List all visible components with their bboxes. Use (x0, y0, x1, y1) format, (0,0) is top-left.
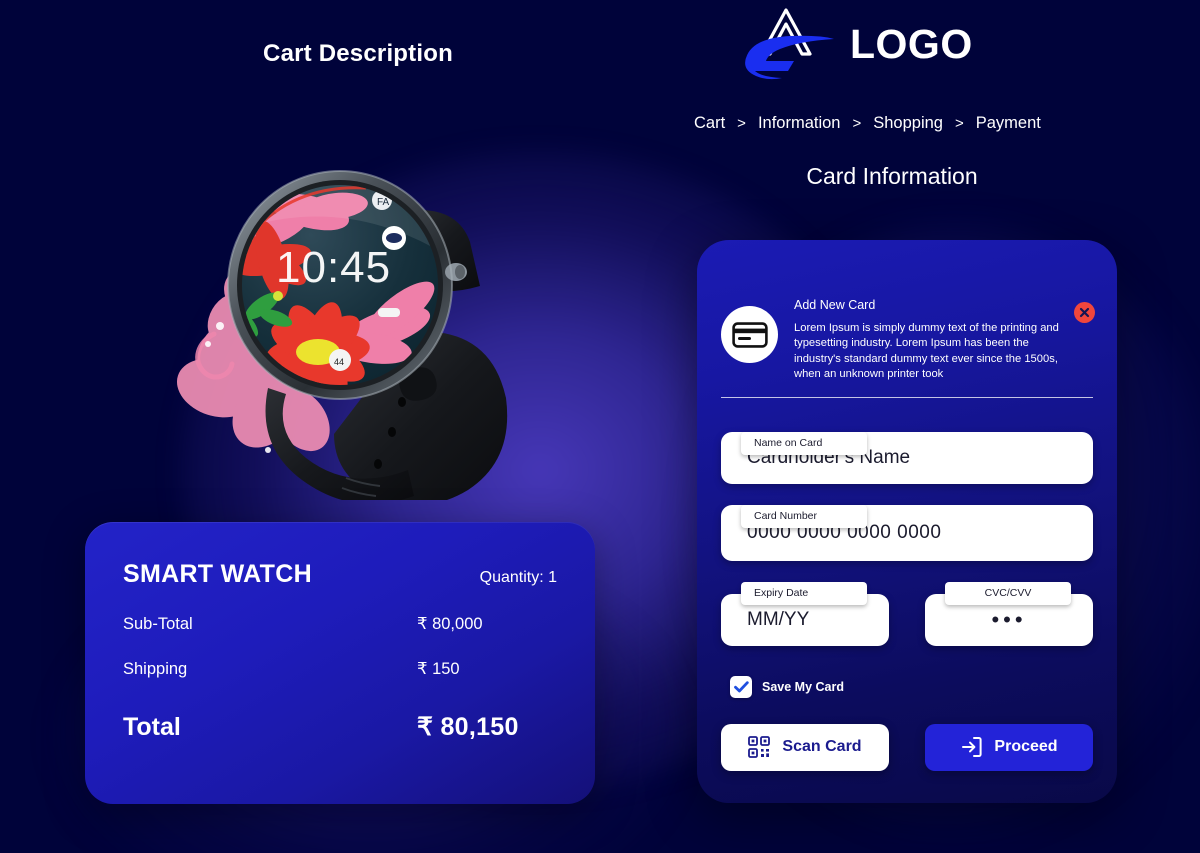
add-new-card-title: Add New Card (794, 298, 876, 312)
breadcrumb-item-payment[interactable]: Payment (976, 114, 1041, 133)
summary-row-shipping: Shipping ₹ 150 (123, 659, 557, 679)
proceed-label: Proceed (994, 738, 1058, 756)
svg-text:FA: FA (377, 197, 390, 208)
breadcrumb-item-cart[interactable]: Cart (694, 114, 725, 133)
summary-row-total: Total ₹ 80,150 (123, 712, 557, 742)
save-my-card-checkbox[interactable] (730, 675, 752, 698)
close-icon[interactable] (1074, 302, 1095, 323)
cart-summary-card: SMART WATCH Quantity: 1 Sub-Total ₹ 80,0… (85, 522, 595, 804)
credit-card-icon (721, 306, 778, 363)
qr-code-icon (748, 736, 771, 759)
breadcrumb-separator: > (737, 115, 746, 132)
breadcrumb-separator: > (954, 115, 964, 132)
cvc-value: ••• (991, 606, 1027, 632)
proceed-button[interactable]: Proceed (925, 723, 1093, 771)
summary-row-subtotal: Sub-Total ₹ 80,000 (123, 614, 557, 634)
card-number-label: Card Number (741, 504, 867, 528)
expiry-date-value: MM/YY (747, 608, 810, 630)
save-my-card-row[interactable]: Save My Card (721, 675, 1093, 698)
panel-header: Add New Card Lorem Ipsum is simply dummy… (721, 240, 1095, 383)
product-quantity: Quantity: 1 (479, 569, 557, 586)
panel-actions: Scan Card Proceed (721, 723, 1093, 771)
cvc-label: CVC/CVV (945, 581, 1071, 605)
a-chevron-swoosh-logo-icon (745, 8, 834, 80)
expiry-date-field[interactable]: Expiry Date MM/YY (721, 581, 889, 646)
name-on-card-field[interactable]: Name on Card Cardholder's Name (721, 431, 1093, 484)
scan-card-label: Scan Card (782, 738, 862, 756)
cvc-field[interactable]: CVC/CVV ••• (925, 581, 1093, 646)
save-my-card-label: Save My Card (762, 679, 844, 694)
payment-panel: Add New Card Lorem Ipsum is simply dummy… (697, 240, 1117, 803)
svg-text:10:45: 10:45 (276, 243, 391, 292)
cart-description-title: Cart Description (263, 40, 453, 67)
page-root: Cart Description 10:45 FA 44 SMART WATCH… (0, 0, 1200, 853)
card-form: Name on Card Cardholder's Name Card Numb… (721, 398, 1093, 771)
total-value: ₹ 80,150 (417, 713, 519, 741)
total-label: Total (123, 713, 181, 741)
breadcrumb-item-information[interactable]: Information (758, 114, 841, 133)
expiry-date-label: Expiry Date (741, 581, 867, 605)
breadcrumb-item-shopping[interactable]: Shopping (873, 114, 943, 133)
name-on-card-label: Name on Card (741, 431, 867, 455)
shipping-value: ₹ 150 (417, 660, 460, 678)
logo-text: LOGO (850, 20, 973, 67)
arrow-into-box-icon (962, 737, 983, 758)
cart-summary-header: SMART WATCH Quantity: 1 (123, 560, 557, 589)
expiry-cvc-row: Expiry Date MM/YY CVC/CVV ••• (721, 581, 1093, 646)
add-new-card-description: Lorem Ipsum is simply dummy text of the … (794, 322, 1059, 381)
subtotal-label: Sub-Total (123, 615, 193, 633)
breadcrumb-separator: > (852, 115, 862, 132)
scan-card-button[interactable]: Scan Card (721, 723, 889, 771)
svg-text:44: 44 (334, 357, 344, 367)
product-image-smart-watch: 10:45 FA 44 (176, 170, 508, 500)
panel-header-text: Add New Card Lorem Ipsum is simply dummy… (794, 298, 1093, 383)
product-name: SMART WATCH (123, 560, 312, 588)
checkmark-icon (733, 681, 749, 693)
subtotal-value: ₹ 80,000 (417, 615, 483, 633)
card-information-title: Card Information (806, 163, 978, 189)
breadcrumb: Cart > Information > Shopping > Payment (694, 114, 1041, 133)
card-number-field[interactable]: Card Number 0000 0000 0000 0000 (721, 504, 1093, 561)
shipping-label: Shipping (123, 660, 188, 678)
logo[interactable]: LOGO (740, 6, 973, 82)
